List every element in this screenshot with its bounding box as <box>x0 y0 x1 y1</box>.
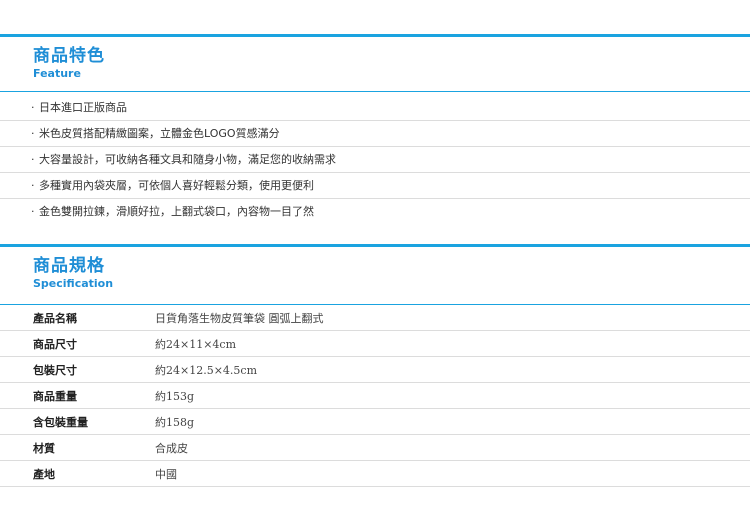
table-row: 商品尺寸 約24×11×4cm <box>0 331 750 357</box>
bullet-icon: · <box>31 205 35 218</box>
feature-divider <box>0 91 750 92</box>
spec-subtitle: Specification <box>33 277 114 290</box>
spec-value: 中國 <box>155 467 177 481</box>
feature-item-text: 多種實用內袋夾層，可依個人喜好輕鬆分類，使用更便利 <box>39 179 314 192</box>
feature-item-text: 日本進口正版商品 <box>39 101 127 114</box>
list-item: · 金色雙開拉鍊，滑順好拉，上翻式袋口，內容物一目了然 <box>0 199 750 224</box>
bullet-icon: · <box>31 179 35 192</box>
table-row: 商品重量 約153g <box>0 383 750 409</box>
spec-key: 商品重量 <box>33 389 77 403</box>
feature-title: 商品特色 <box>33 46 105 66</box>
spec-top-bar <box>0 244 750 247</box>
spec-table: 產品名稱 日貨角落生物皮質筆袋 圓弧上翻式 商品尺寸 約24×11×4cm 包裝尺寸… <box>0 305 750 487</box>
feature-header: 商品特色 Feature <box>0 46 750 91</box>
feature-top-bar <box>0 34 750 37</box>
spec-section: 商品規格 Specification 產品名稱 日貨角落生物皮質筆袋 圓弧上翻式 … <box>0 244 750 487</box>
feature-item-text: 大容量設計，可收納各種文具和隨身小物，滿足您的收納需求 <box>39 153 336 166</box>
bullet-icon: · <box>31 153 35 166</box>
spec-key: 商品尺寸 <box>33 337 77 351</box>
spec-value: 日貨角落生物皮質筆袋 圓弧上翻式 <box>155 311 324 325</box>
spec-title: 商品規格 <box>33 256 105 276</box>
spec-key: 含包裝重量 <box>33 415 88 429</box>
table-row: 包裝尺寸 約24×12.5×4.5cm <box>0 357 750 383</box>
spec-key: 包裝尺寸 <box>33 363 77 377</box>
table-row: 產品名稱 日貨角落生物皮質筆袋 圓弧上翻式 <box>0 305 750 331</box>
feature-item-text: 米色皮質搭配精緻圖案，立體金色LOGO質感滿分 <box>39 127 280 140</box>
list-item: · 米色皮質搭配精緻圖案，立體金色LOGO質感滿分 <box>0 121 750 147</box>
feature-item-text: 金色雙開拉鍊，滑順好拉，上翻式袋口，內容物一目了然 <box>39 205 314 218</box>
table-row: 材質 合成皮 <box>0 435 750 461</box>
table-row: 含包裝重量 約158g <box>0 409 750 435</box>
spec-value: 約24×11×4cm <box>155 337 237 351</box>
feature-subtitle: Feature <box>33 67 81 80</box>
spec-key: 產地 <box>33 467 55 481</box>
spec-key: 產品名稱 <box>33 311 77 325</box>
list-item: · 日本進口正版商品 <box>0 95 750 121</box>
spec-header: 商品規格 Specification <box>0 256 750 304</box>
spec-value: 約158g <box>155 415 195 429</box>
spec-key: 材質 <box>33 441 55 455</box>
list-item: · 多種實用內袋夾層，可依個人喜好輕鬆分類，使用更便利 <box>0 173 750 199</box>
feature-section: 商品特色 Feature · 日本進口正版商品 · 米色皮質搭配精緻圖案，立體金色L… <box>0 34 750 224</box>
list-item: · 大容量設計，可收納各種文具和隨身小物，滿足您的收納需求 <box>0 147 750 173</box>
spec-value: 約24×12.5×4.5cm <box>155 363 258 377</box>
bullet-icon: · <box>31 127 35 140</box>
feature-list: · 日本進口正版商品 · 米色皮質搭配精緻圖案，立體金色LOGO質感滿分 · 大容量設… <box>0 95 750 224</box>
table-row: 產地 中國 <box>0 461 750 487</box>
bullet-icon: · <box>31 101 35 114</box>
spec-value: 合成皮 <box>155 441 188 455</box>
spec-value: 約153g <box>155 389 195 403</box>
